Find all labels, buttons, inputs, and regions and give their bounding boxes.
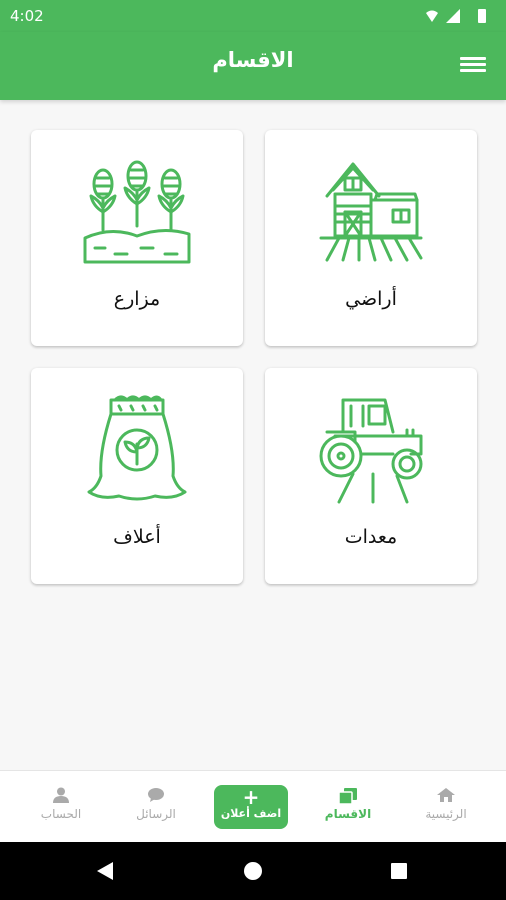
home-icon <box>437 788 455 802</box>
page-title: الاقسام <box>212 48 294 72</box>
battery-icon <box>478 9 486 23</box>
nav-sections-label: الاقسام <box>324 807 372 821</box>
tractor-icon <box>319 398 423 504</box>
category-label: مزارع <box>113 288 161 310</box>
category-label: معدات <box>344 526 398 548</box>
category-card-farms[interactable]: مزارع <box>31 130 243 346</box>
category-card-lands[interactable]: أراضي <box>265 130 477 346</box>
chat-bubble-icon <box>148 788 164 802</box>
hamburger-menu-icon[interactable] <box>460 54 486 76</box>
recents-square-icon <box>391 863 407 879</box>
farmhouse-icon <box>319 162 423 262</box>
nav-home-label: الرئيسية <box>425 807 467 821</box>
nav-sections[interactable]: الاقسام <box>303 771 393 843</box>
app-bar: الاقسام <box>0 32 506 100</box>
feed-sack-icon <box>87 395 187 501</box>
status-time: 4:02 <box>10 7 44 25</box>
nav-account-label: الحساب <box>40 807 82 821</box>
status-bar: 4:02 <box>0 0 506 32</box>
home-circle-icon <box>244 862 262 880</box>
nav-account[interactable]: الحساب <box>16 771 106 843</box>
recents-button[interactable] <box>369 842 429 900</box>
category-label: أعلاف <box>113 526 161 548</box>
wifi-icon <box>426 10 438 22</box>
nav-messages[interactable]: الرسائل <box>111 771 201 843</box>
nav-home[interactable]: الرئيسية <box>401 771 491 843</box>
system-navigation-bar <box>0 842 506 900</box>
category-card-equipment[interactable]: معدات <box>265 368 477 584</box>
user-icon <box>53 787 69 803</box>
plus-icon: + <box>242 785 260 809</box>
sections-icon <box>338 788 357 805</box>
add-ad-button[interactable]: + اضف أعلان <box>214 785 288 829</box>
home-system-button[interactable] <box>223 842 283 900</box>
category-label: أراضي <box>345 288 397 310</box>
add-ad-label: اضف أعلان <box>220 807 282 820</box>
bottom-navigation: الرئيسية الاقسام + اضف أعلان الرسائل الح… <box>0 770 506 843</box>
crops-field-icon <box>83 160 191 264</box>
status-icons <box>426 9 486 23</box>
back-triangle-icon <box>97 862 113 880</box>
category-card-feed[interactable]: أعلاف <box>31 368 243 584</box>
nav-messages-label: الرسائل <box>136 807 176 821</box>
back-button[interactable] <box>75 842 135 900</box>
